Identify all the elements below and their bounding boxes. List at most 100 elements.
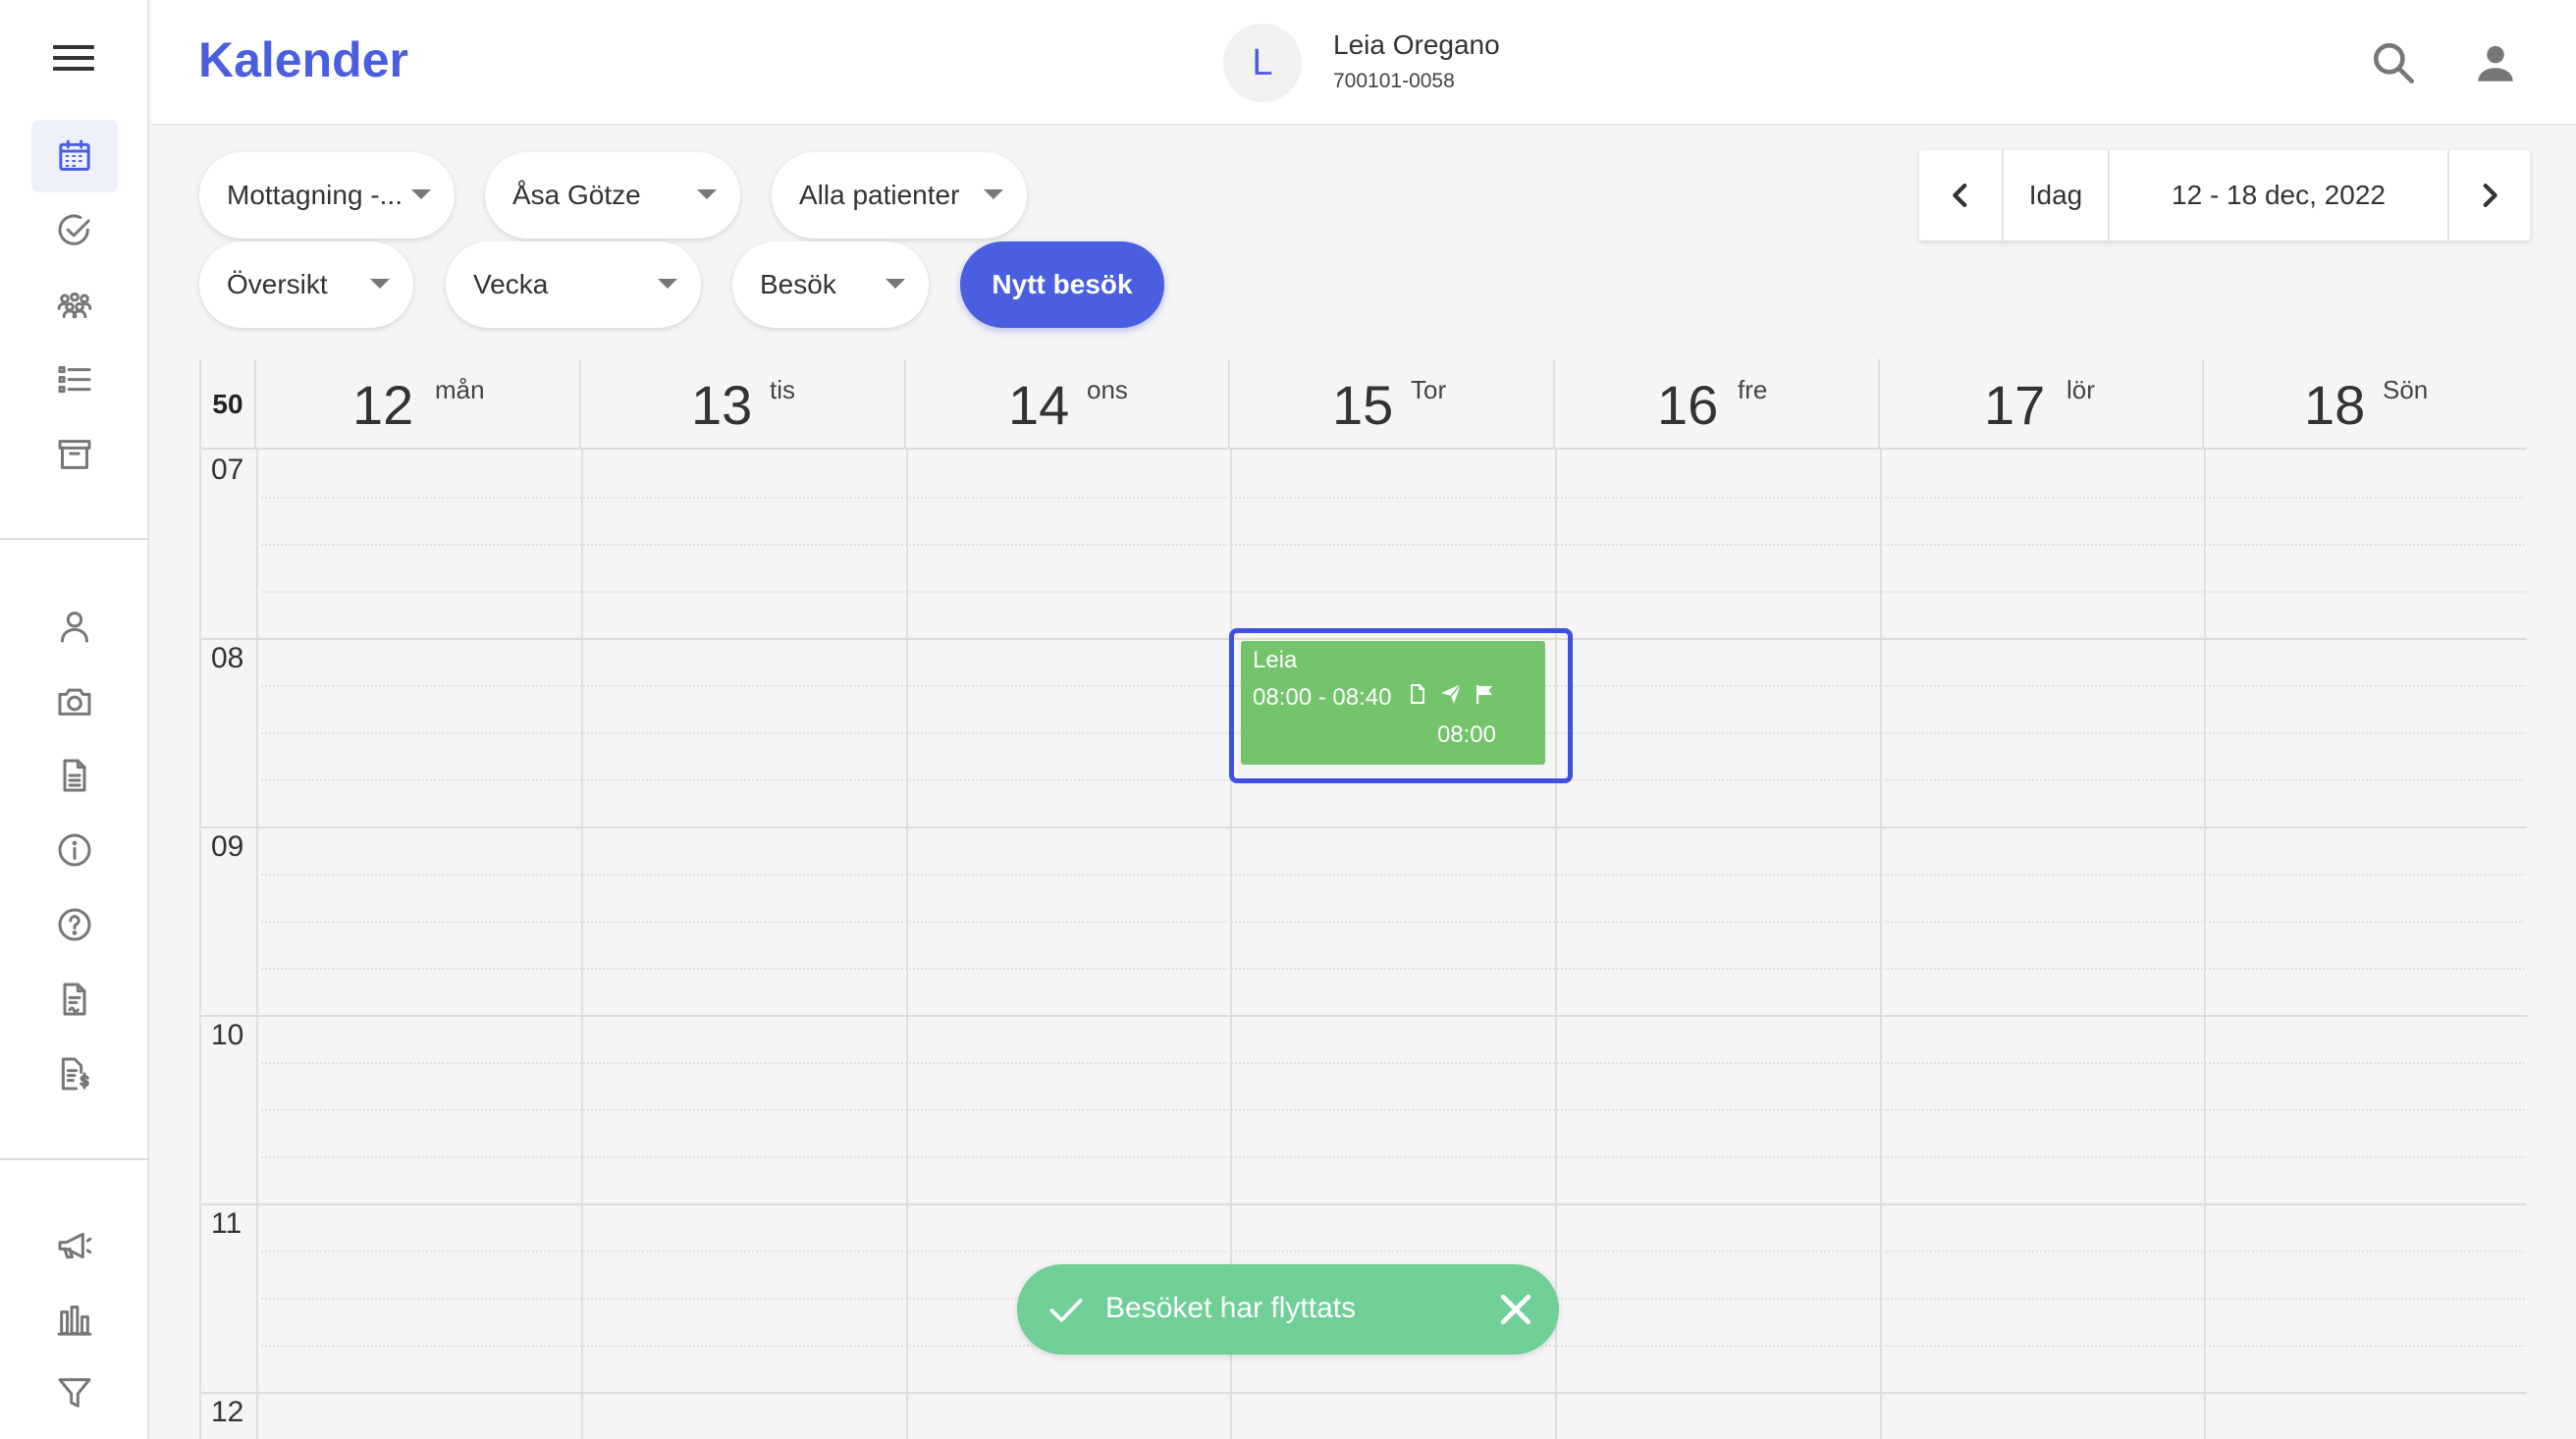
day-weekday: lör	[2066, 375, 2095, 404]
view-select[interactable]: Översikt	[199, 241, 413, 328]
event-time: 08:00 - 08:40	[1253, 684, 1392, 711]
day-number: 14	[1008, 374, 1070, 436]
reception-select-value: Mottagning -...	[227, 180, 402, 210]
calendar-event[interactable]: Leia 08:00 - 08:40 08:00	[1241, 641, 1545, 765]
hour-label: 12	[211, 1396, 244, 1428]
day-header[interactable]: 18 Sön	[2204, 359, 2527, 450]
quarter-line	[256, 1156, 2527, 1158]
day-weekday: ons	[1087, 375, 1128, 404]
next-week-button[interactable]	[2449, 150, 2530, 240]
hour-label: 07	[211, 453, 244, 486]
chevron-down-icon	[984, 189, 1003, 199]
chevron-left-icon	[1953, 183, 1967, 208]
quarter-line	[256, 497, 2527, 499]
archive-icon[interactable]	[31, 418, 118, 491]
column-divider	[256, 450, 258, 1439]
quarter-line	[256, 591, 2527, 593]
help-icon[interactable]	[31, 888, 118, 961]
patients-select-value: Alla patienter	[799, 180, 960, 210]
day-number: 17	[1984, 374, 2046, 436]
quarter-line	[256, 544, 2527, 546]
event-icons	[1406, 682, 1496, 706]
hour-line	[201, 826, 2527, 828]
check-icon	[1049, 1299, 1083, 1322]
range-select[interactable]: Vecka	[446, 241, 701, 328]
day-header[interactable]: 14 ons	[906, 359, 1230, 450]
document-icon[interactable]	[31, 739, 118, 812]
patients-select[interactable]: Alla patienter	[772, 152, 1027, 239]
hour-label: 09	[211, 830, 244, 863]
flag-icon	[1476, 685, 1492, 704]
megaphone-icon[interactable]	[31, 1209, 118, 1282]
check-circle-icon[interactable]	[31, 194, 118, 267]
column-divider	[1880, 450, 1882, 1439]
document-icon	[1411, 684, 1424, 704]
date-navigator: Idag 12 - 18 dec, 2022	[1919, 150, 2530, 240]
hour-line	[201, 1203, 2527, 1205]
person-icon[interactable]	[31, 590, 118, 663]
day-header[interactable]: 16 fre	[1555, 359, 1880, 450]
toast-message: Besöket har flyttats	[1105, 1292, 1357, 1324]
calendar-icon[interactable]	[31, 120, 118, 192]
day-weekday: Sön	[2383, 375, 2429, 404]
day-number: 12	[352, 374, 414, 436]
close-icon[interactable]	[1494, 1288, 1537, 1331]
day-header[interactable]: 13 tis	[581, 359, 906, 450]
column-divider	[906, 450, 908, 1439]
patient-id: 700101-0058	[1333, 70, 1455, 92]
practitioner-select-value: Åsa Götze	[512, 180, 641, 210]
week-number: 50	[201, 359, 256, 450]
view-select-value: Översikt	[227, 269, 328, 299]
quarter-line	[256, 921, 2527, 923]
day-header[interactable]: 12 mån	[256, 359, 581, 450]
list-icon[interactable]	[31, 344, 118, 416]
sidebar-divider	[0, 1158, 149, 1160]
day-weekday: mån	[435, 375, 485, 404]
camera-icon[interactable]	[31, 665, 118, 737]
day-weekday: fre	[1738, 375, 1768, 404]
day-number: 18	[2304, 374, 2366, 436]
quarter-line	[256, 1251, 2527, 1252]
invoice-icon[interactable]	[31, 1038, 118, 1110]
day-weekday: tis	[770, 375, 795, 404]
bar-chart-icon[interactable]	[31, 1284, 118, 1357]
menu-icon[interactable]	[53, 45, 94, 75]
day-number: 16	[1657, 374, 1719, 436]
filter-icon[interactable]	[31, 1357, 118, 1429]
account-icon[interactable]	[2468, 35, 2523, 90]
group-icon[interactable]	[31, 269, 118, 342]
day-header[interactable]: 15 Tor	[1230, 359, 1555, 450]
new-visit-button[interactable]: Nytt besök	[960, 241, 1164, 328]
form-icon[interactable]	[31, 963, 118, 1036]
top-bar: Kalender L Leia Oregano 700101-0058	[151, 0, 2576, 126]
patient-name[interactable]: Leia Oregano	[1333, 29, 1500, 61]
day-number: 15	[1332, 374, 1394, 436]
toast-notification: Besöket har flyttats	[1017, 1264, 1559, 1355]
chevron-right-icon	[2483, 183, 2497, 208]
info-icon[interactable]	[31, 814, 118, 886]
chevron-down-icon	[886, 279, 905, 289]
day-weekday: Tor	[1411, 375, 1447, 404]
hour-label: 11	[211, 1207, 242, 1240]
column-divider	[2204, 450, 2206, 1439]
today-button[interactable]: Idag	[2004, 150, 2110, 240]
patient-avatar[interactable]: L	[1223, 24, 1302, 102]
quarter-line	[256, 1109, 2527, 1111]
practitioner-select[interactable]: Åsa Götze	[485, 152, 740, 239]
sidebar-divider	[0, 538, 149, 540]
chevron-down-icon	[370, 279, 390, 289]
chevron-down-icon	[411, 189, 431, 199]
quarter-line	[256, 1062, 2527, 1064]
date-range-label[interactable]: 12 - 18 dec, 2022	[2110, 150, 2449, 240]
day-header[interactable]: 17 lör	[1880, 359, 2204, 450]
search-icon[interactable]	[2366, 35, 2421, 90]
quarter-line	[256, 968, 2527, 970]
reception-select[interactable]: Mottagning -...	[199, 152, 455, 239]
visit-type-select[interactable]: Besök	[732, 241, 929, 328]
hour-line	[201, 1392, 2527, 1394]
prev-week-button[interactable]	[1919, 150, 2004, 240]
quarter-line	[256, 874, 2527, 876]
page-title: Kalender	[198, 32, 408, 87]
sidebar	[0, 0, 149, 1439]
event-start-time: 08:00	[1436, 721, 1496, 748]
